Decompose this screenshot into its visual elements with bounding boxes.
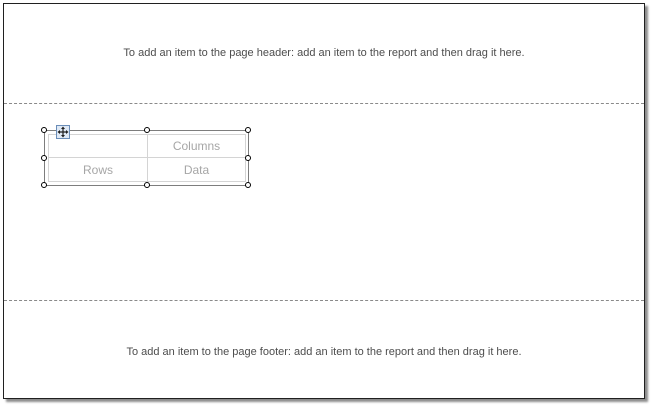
resize-handle-bottom-right[interactable]: [245, 182, 251, 188]
page-footer-section[interactable]: To add an item to the page footer: add a…: [4, 300, 644, 399]
report-body-section[interactable]: Columns Rows Data: [4, 104, 644, 299]
matrix[interactable]: Columns Rows Data: [41, 125, 251, 188]
resize-handle-bottom-left[interactable]: [41, 182, 47, 188]
page-footer-hint: To add an item to the page footer: add a…: [126, 346, 522, 358]
resize-handle-top-right[interactable]: [245, 127, 251, 133]
resize-handle-bottom-middle[interactable]: [144, 182, 150, 188]
matrix-columns-cell[interactable]: Columns: [147, 134, 246, 158]
page-header-section[interactable]: To add an item to the page header: add a…: [4, 4, 644, 104]
resize-handle-middle-right[interactable]: [245, 155, 251, 161]
page-header-hint: To add an item to the page header: add a…: [123, 47, 525, 59]
resize-handle-top-left[interactable]: [41, 127, 47, 133]
matrix-rows-cell[interactable]: Rows: [48, 158, 147, 182]
report-page: To add an item to the page header: add a…: [3, 3, 645, 399]
resize-handle-top-middle[interactable]: [144, 127, 150, 133]
resize-handle-middle-left[interactable]: [41, 155, 47, 161]
matrix-data-cell[interactable]: Data: [147, 158, 246, 182]
move-icon[interactable]: [56, 125, 70, 139]
